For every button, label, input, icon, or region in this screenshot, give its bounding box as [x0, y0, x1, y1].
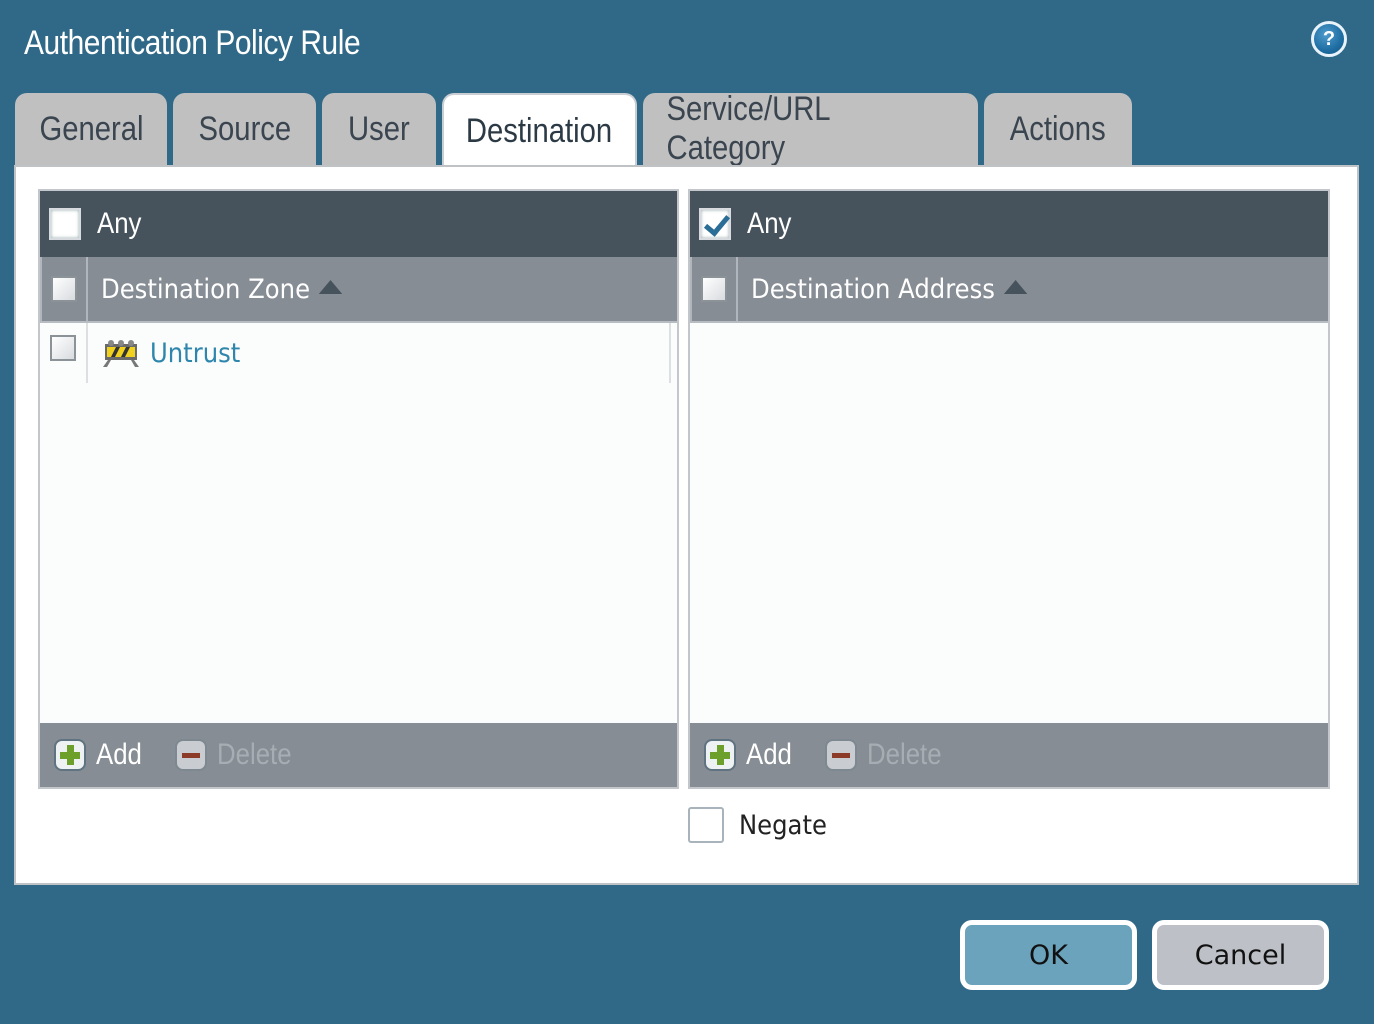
minus-icon	[825, 739, 858, 771]
zone-header-text: Destination Zone	[101, 273, 311, 305]
address-grid-footer: Add Delete	[690, 723, 1328, 787]
dialog-title: Authentication Policy Rule	[24, 24, 361, 62]
address-select-all-checkbox[interactable]	[701, 276, 727, 302]
tab-label: Service/URL Category	[666, 90, 830, 167]
destination-address-grid: Any Destination Address Add Delete	[688, 189, 1330, 789]
zone-select-all-cell	[40, 257, 88, 321]
zone-any-label: Any	[97, 207, 142, 240]
zone-column-header[interactable]: Destination Zone	[40, 257, 677, 323]
cancel-button[interactable]: Cancel	[1152, 920, 1329, 990]
negate-checkbox[interactable]	[688, 807, 724, 843]
address-select-all-cell	[690, 257, 738, 321]
tab-label: Destination	[466, 112, 613, 150]
help-icon[interactable]: ?	[1311, 21, 1347, 57]
address-header-label: Destination Address	[751, 273, 1028, 305]
tab-actions[interactable]: Actions	[984, 93, 1132, 165]
zone-header-label: Destination Zone	[101, 273, 343, 305]
minus-icon	[175, 739, 208, 771]
zone-any-checkbox[interactable]	[49, 208, 81, 240]
address-any-label: Any	[747, 207, 792, 240]
tab-destination[interactable]: Destination	[442, 93, 637, 168]
address-any-checkbox[interactable]	[699, 208, 731, 240]
sort-ascending-icon	[1003, 280, 1028, 294]
help-glyph: ?	[1322, 27, 1336, 50]
address-delete-button: Delete	[825, 738, 954, 772]
sort-ascending-icon	[319, 280, 343, 294]
zone-link-untrust[interactable]: Untrust	[150, 338, 240, 369]
destination-zone-grid: Any Destination Zone Untrust Add Delete	[38, 189, 679, 789]
plus-icon	[704, 739, 736, 771]
delete-label: Delete	[217, 738, 292, 771]
tab-label: User	[348, 109, 410, 148]
negate-option: Negate	[688, 807, 837, 843]
row-checkbox[interactable]	[50, 335, 76, 361]
address-add-button[interactable]: Add	[704, 738, 799, 772]
table-row[interactable]: Untrust	[40, 323, 671, 383]
tab-label: General	[38, 109, 144, 148]
add-label: Add	[96, 738, 142, 771]
address-header-text: Destination Address	[751, 273, 995, 305]
plus-icon	[54, 739, 86, 771]
delete-label: Delete	[867, 738, 942, 771]
address-any-bar: Any	[690, 191, 1328, 257]
tab-label: Actions	[1010, 109, 1106, 148]
ok-button[interactable]: OK	[960, 920, 1137, 990]
tab-label: Source	[198, 109, 291, 148]
tab-general[interactable]: General	[15, 93, 167, 165]
zone-barrier-icon	[103, 340, 139, 367]
zone-select-all-checkbox[interactable]	[51, 276, 77, 302]
negate-label: Negate	[739, 809, 827, 841]
zone-add-button[interactable]: Add	[54, 738, 149, 772]
add-label: Add	[746, 738, 792, 771]
tab-service-url-category[interactable]: Service/URL Category	[643, 90, 978, 167]
tab-content-panel: Any Destination Zone Untrust Add Delete …	[14, 165, 1359, 885]
tab-source[interactable]: Source	[173, 93, 316, 165]
zone-any-bar: Any	[40, 191, 677, 257]
row-checkbox-cell	[40, 323, 88, 383]
address-column-header[interactable]: Destination Address	[690, 257, 1328, 323]
zone-grid-footer: Add Delete	[40, 723, 677, 787]
zone-delete-button: Delete	[175, 738, 304, 772]
tab-user[interactable]: User	[322, 93, 436, 165]
